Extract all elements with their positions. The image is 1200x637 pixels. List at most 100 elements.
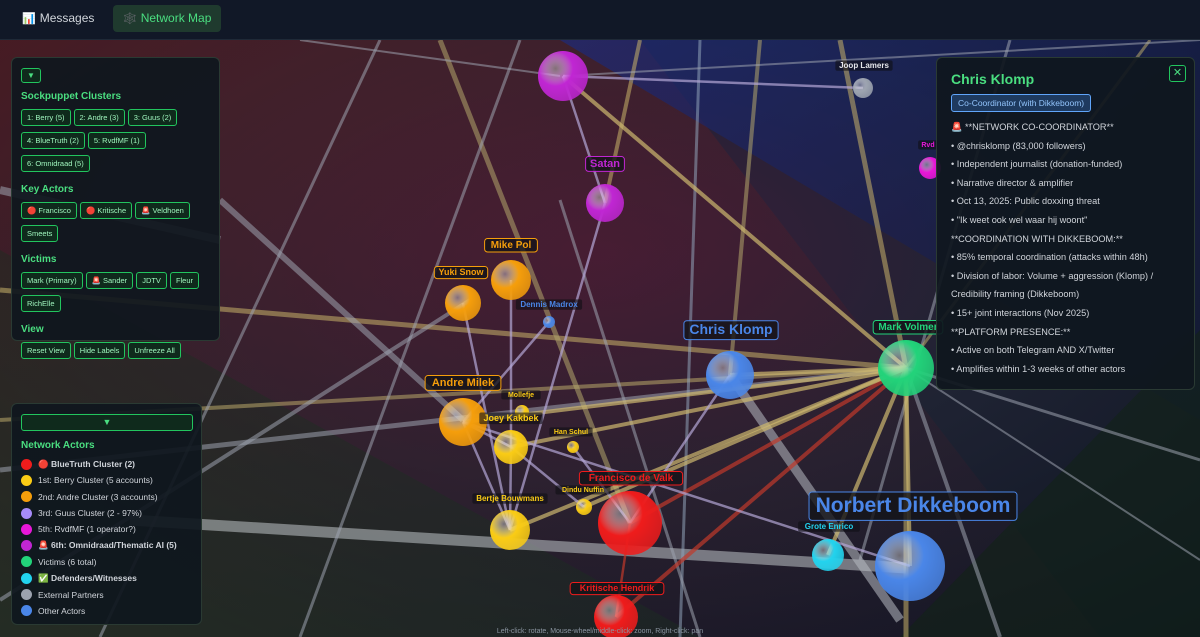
controls-chip-group: 1: Berry (5) 2: Andre (3) 3: Guus (2) 4: Bl…: [21, 107, 210, 176]
controls-chip-group: Reset View Hide Labels Unfreeze All: [21, 340, 210, 363]
node-yuki[interactable]: [445, 285, 481, 321]
controls-section-title: View: [21, 324, 44, 335]
node-dennis[interactable]: [543, 316, 555, 328]
chart-icon: 📊: [22, 13, 36, 25]
filter-chip[interactable]: 2: Andre (3): [73, 109, 125, 126]
legend-item-label: External Partners: [38, 589, 104, 600]
node-label-satan: Satan: [590, 158, 620, 170]
legend-color-swatch: [21, 507, 32, 519]
node-label-mike: Mike Pol: [491, 240, 532, 251]
legend-collapse-button[interactable]: ▼: [21, 414, 193, 431]
legend-item-label: 5th: RvdfMF (1 operator?): [38, 524, 136, 535]
node-label-dennis: Dennis Madrox: [520, 300, 578, 309]
node-label-bertje: Bertje Bouwmans: [476, 494, 544, 503]
node-label-han: Han Schul: [554, 429, 588, 436]
node-joop[interactable]: [853, 78, 873, 98]
node-chris[interactable]: [706, 351, 754, 399]
actor-info-line: • @chrisklomp (83,000 followers): [951, 140, 1086, 151]
filter-chip[interactable]: 3: Guus (2): [127, 109, 178, 126]
legend-color-swatch: [21, 523, 32, 535]
node-omni-top[interactable]: [538, 51, 588, 101]
controls-chip-group: 🔴 Francisco 🔴 Kritische 🚨 Veldhoen Smeets: [21, 200, 210, 246]
legend-color-swatch: [21, 605, 32, 617]
filter-chip[interactable]: JDTV: [136, 272, 167, 289]
controls-collapse-button[interactable]: ▼: [21, 68, 41, 83]
filter-chip[interactable]: Mark (Primary): [21, 272, 83, 289]
legend-color-swatch: [21, 491, 32, 503]
node-label-joop: Joop Lamers: [839, 61, 889, 70]
actor-info-line: • 15+ joint interactions (Nov 2025): [951, 307, 1090, 318]
controls-section-title: Sockpuppet Clusters: [21, 91, 122, 102]
tab-messages[interactable]: 📊 Messages: [12, 5, 104, 32]
actor-info-line: **COORDINATION WITH DIKKEBOOM:**: [951, 233, 1123, 244]
node-label-francisco: Francisco de Valk: [589, 473, 674, 484]
node-label-norbert: Norbert Dikkeboom: [816, 494, 1011, 517]
graph-controls-panel: ▼ Sockpuppet Clusters 1: Berry (5) 2: Andr…: [11, 57, 220, 359]
actor-info-line: • Oct 13, 2025: Public doxxing threat: [951, 196, 1100, 207]
actor-info-line: • Narrative director & amplifier: [951, 177, 1074, 188]
legend-color-swatch: [21, 589, 32, 601]
filter-chip[interactable]: Smeets: [21, 225, 59, 242]
navigation-hint: Left-click: rotate, Mouse-wheel/middle-c…: [496, 628, 704, 635]
legend-item: 3rd: Guus Cluster (2 - 97%): [21, 505, 192, 521]
network-icon: 🕸️: [123, 13, 137, 25]
filter-chip[interactable]: Reset View: [21, 342, 71, 359]
legend-item: Victims (6 total): [21, 554, 192, 570]
actor-info-line: • Division of labor: Volume + aggression…: [951, 270, 1154, 281]
node-label-mark: Mark Volmer: [878, 322, 937, 333]
filter-chip[interactable]: 🔴 Francisco: [21, 202, 77, 219]
node-grote[interactable]: [812, 539, 844, 571]
filter-chip[interactable]: 6: Omnidraad (5): [21, 155, 90, 172]
filter-chip[interactable]: 🔴 Kritische: [79, 202, 133, 219]
node-label-chris: Chris Klomp: [689, 321, 772, 337]
legend-item: 5th: RvdfMF (1 operator?): [21, 521, 192, 537]
node-dindu[interactable]: [576, 499, 592, 515]
actor-info-panel: Chris Klomp ✕ Co-Coordinator (with Dikke…: [936, 57, 1195, 390]
node-label-joey: Joey Kakbek: [483, 413, 539, 423]
node-han[interactable]: [567, 441, 579, 453]
node-label-kritische: Kritische Hendrik: [580, 583, 656, 593]
actor-info-line: 🚨 **NETWORK CO-COORDINATOR**: [951, 122, 1114, 132]
controls-chip-group: Mark (Primary) 🚨 Sander JDTV Fleur RichElle: [21, 270, 210, 316]
filter-chip[interactable]: Fleur: [169, 272, 200, 289]
node-bertje[interactable]: [490, 510, 530, 550]
tab-network-map-label: Network Map: [140, 11, 212, 25]
node-mark[interactable]: [878, 340, 934, 396]
filter-chip[interactable]: RichElle: [21, 295, 61, 312]
node-label-grote: Grote Enrico: [805, 522, 854, 531]
filter-chip[interactable]: Unfreeze All: [128, 342, 181, 359]
legend-item: ✅ Defenders/Witnesses: [21, 570, 192, 586]
node-joey[interactable]: [494, 430, 528, 464]
legend-item-label: 3rd: Guus Cluster (2 - 97%): [38, 508, 142, 519]
filter-chip[interactable]: 5: RvdfMF (1): [87, 132, 146, 149]
close-icon[interactable]: ✕: [1169, 65, 1186, 82]
legend-title: Network Actors: [21, 440, 95, 451]
legend-color-swatch: [21, 556, 32, 568]
legend-item: 🔴 BlueTruth Cluster (2): [21, 456, 192, 472]
legend-panel: ▼ Network Actors 🔴 BlueTruth Cluster (2)…: [11, 403, 202, 625]
node-label-rvd: Rvd: [921, 142, 934, 149]
filter-chip[interactable]: 4: BlueTruth (2): [21, 132, 85, 149]
node-norbert[interactable]: [875, 531, 945, 601]
node-label-yuki: Yuki Snow: [438, 267, 484, 277]
node-satan[interactable]: [586, 184, 624, 222]
actor-name: Chris Klomp: [951, 71, 1035, 87]
legend-color-swatch: [21, 458, 32, 470]
node-francisco[interactable]: [598, 491, 662, 555]
filter-chip[interactable]: 🚨 Veldhoen: [135, 202, 190, 219]
filter-chip[interactable]: 1: Berry (5): [21, 109, 71, 126]
tab-network-map[interactable]: 🕸️ Network Map: [113, 5, 222, 32]
legend-item-label: 🚨 6th: Omnidraad/Thematic AI (5): [38, 540, 177, 551]
legend-item: 🚨 6th: Omnidraad/Thematic AI (5): [21, 537, 192, 553]
node-label-andre: Andre Milek: [432, 377, 495, 389]
node-label-mollefje: Mollefje: [508, 392, 534, 399]
actor-info-line: Credibility framing (Dikkeboom): [951, 289, 1080, 300]
filter-chip[interactable]: Hide Labels: [73, 342, 126, 359]
legend-item-label: Other Actors: [38, 605, 86, 616]
actor-info-line: • 85% temporal coordination (attacks wit…: [951, 252, 1148, 263]
node-mike[interactable]: [491, 260, 531, 300]
filter-chip[interactable]: 🚨 Sander: [85, 272, 134, 289]
actor-info-line: • Active on both Telegram AND X/Twitter: [951, 345, 1115, 356]
legend-item: Other Actors: [21, 603, 192, 619]
legend-item-label: 🔴 BlueTruth Cluster (2): [38, 458, 136, 469]
